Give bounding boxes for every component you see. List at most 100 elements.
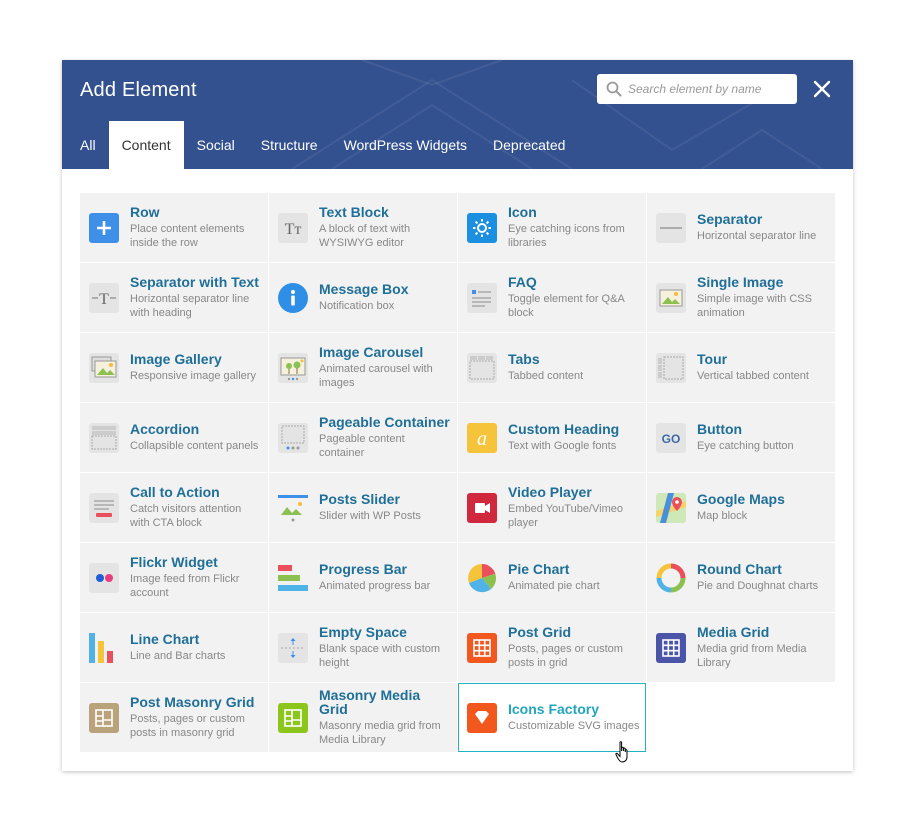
element-name: Masonry Media Grid <box>319 687 421 717</box>
image-icon <box>656 283 686 313</box>
tab-all[interactable]: All <box>62 121 109 169</box>
close-icon[interactable] <box>813 80 831 98</box>
search-box[interactable] <box>597 74 797 104</box>
element-post-grid[interactable]: Post Grid Posts, pages or custom posts in… <box>458 613 646 682</box>
element-line-chart[interactable]: Line Chart Line and Bar charts <box>80 613 268 682</box>
search-input[interactable] <box>628 74 793 104</box>
element-button[interactable]: GO Button Eye catching button <box>647 403 835 472</box>
element-grid: Row Place content elements inside the row… <box>80 193 835 752</box>
element-name: Icon <box>508 204 537 220</box>
svg-text:GO: GO <box>662 432 681 446</box>
info-icon <box>278 283 308 313</box>
element-image-gallery[interactable]: Image Gallery Responsive image gallery <box>80 333 268 402</box>
element-name: Media Grid <box>697 624 770 640</box>
tab-content[interactable]: Content <box>108 121 184 169</box>
separator-icon <box>656 213 686 243</box>
element-name: Line Chart <box>130 631 200 647</box>
svg-text:Tт: Tт <box>285 221 302 238</box>
element-description: Animated pie chart <box>508 580 600 592</box>
element-description: Notification box <box>319 300 395 312</box>
element-name: Accordion <box>130 421 200 437</box>
element-tour[interactable]: Tour Vertical tabbed content <box>647 333 835 402</box>
element-name: Image Carousel <box>319 344 424 360</box>
element-post-masonry-grid[interactable]: Post Masonry Grid Posts, pages or custom … <box>80 683 268 752</box>
element-flickr-widget[interactable]: Flickr Widget Image feed from Flickr acco… <box>80 543 268 612</box>
element-name: FAQ <box>508 274 537 290</box>
media-grid-icon <box>656 633 686 663</box>
element-name: Separator <box>697 211 763 227</box>
element-tabs[interactable]: Tabs Tabbed content <box>458 333 646 402</box>
element-name: Post Grid <box>508 624 572 640</box>
sun-icon <box>467 213 497 243</box>
faq-icon <box>467 283 497 313</box>
element-name: Tabs <box>508 351 540 367</box>
element-icon[interactable]: Icon Eye catching icons from libraries <box>458 193 646 262</box>
element-name: Message Box <box>319 281 409 297</box>
accordion-icon <box>89 423 119 453</box>
element-description: Slider with WP Posts <box>319 510 421 522</box>
element-single-image[interactable]: Single Image Simple image with CSS animat… <box>647 263 835 332</box>
element-description: Blank space with custom height <box>319 643 441 669</box>
tab-deprecated[interactable]: Deprecated <box>480 121 578 169</box>
element-name: Separator with Text <box>130 274 259 290</box>
pageable-icon <box>278 423 308 453</box>
element-custom-heading[interactable]: a Custom Heading Text with Google fonts <box>458 403 646 472</box>
element-name: Row <box>130 204 160 220</box>
go-button-icon: GO <box>656 423 686 453</box>
element-call-to-action[interactable]: Call to Action Catch visitors attention w… <box>80 473 268 542</box>
element-masonry-media-grid[interactable]: Masonry Media Grid Masonry media grid fro… <box>269 683 457 752</box>
element-round-chart[interactable]: Round Chart Pie and Doughnat charts <box>647 543 835 612</box>
tab-wordpress-widgets[interactable]: WordPress Widgets <box>331 121 480 169</box>
element-separator-with-text[interactable]: T Separator with Text Horizontal separato… <box>80 263 268 332</box>
element-name: Text Block <box>319 204 389 220</box>
element-description: Animated progress bar <box>319 580 431 592</box>
post-grid-icon <box>467 633 497 663</box>
round-chart-icon <box>656 563 686 593</box>
gallery-icon <box>89 353 119 383</box>
element-pageable-container[interactable]: Pageable Container Pageable content conta… <box>269 403 457 472</box>
svg-text:T: T <box>99 291 109 308</box>
element-description: Horizontal separator line <box>697 230 817 242</box>
element-description: Horizontal separator line with heading <box>130 293 250 319</box>
tabs-icon <box>467 353 497 383</box>
element-name: Single Image <box>697 274 784 290</box>
element-name: Pageable Container <box>319 414 450 430</box>
element-name: Call to Action <box>130 484 220 500</box>
element-description: Tabbed content <box>508 370 584 382</box>
element-description: Masonry media grid from Media Library <box>319 720 441 746</box>
element-name: Empty Space <box>319 624 407 640</box>
element-progress-bar[interactable]: Progress Bar Animated progress bar <box>269 543 457 612</box>
heading-icon: a <box>467 423 497 453</box>
element-empty-space[interactable]: Empty Space Blank space with custom heigh… <box>269 613 457 682</box>
element-accordion[interactable]: Accordion Collapsible content panels <box>80 403 268 472</box>
element-description: Customizable SVG images <box>508 720 640 732</box>
element-row[interactable]: Row Place content elements inside the row <box>80 193 268 262</box>
element-posts-slider[interactable]: Posts Slider Slider with WP Posts <box>269 473 457 542</box>
dialog-header: Add Element All Content Social Structure… <box>62 60 853 169</box>
element-description: Animated carousel with images <box>319 363 433 389</box>
element-description: Posts, pages or custom posts in grid <box>508 643 623 669</box>
tab-social[interactable]: Social <box>184 121 248 169</box>
element-message-box[interactable]: Message Box Notification box <box>269 263 457 332</box>
tab-structure[interactable]: Structure <box>248 121 331 169</box>
plus-icon <box>89 213 119 243</box>
element-description: Image feed from Flickr account <box>130 573 240 599</box>
element-faq[interactable]: FAQ Toggle element for Q&A block <box>458 263 646 332</box>
element-text-block[interactable]: Tт Text Block A block of text with WYSIWY… <box>269 193 457 262</box>
element-pie-chart[interactable]: Pie Chart Animated pie chart <box>458 543 646 612</box>
bar-chart-icon <box>89 633 113 663</box>
empty-space-icon <box>278 633 308 663</box>
tour-icon <box>656 353 686 383</box>
element-image-carousel[interactable]: Image Carousel Animated carousel with ima… <box>269 333 457 402</box>
element-video-player[interactable]: Video Player Embed YouTube/Vimeo player <box>458 473 646 542</box>
element-description: Collapsible content panels <box>130 440 259 452</box>
element-media-grid[interactable]: Media Grid Media grid from Media Library <box>647 613 835 682</box>
element-name: Posts Slider <box>319 491 400 507</box>
element-separator[interactable]: Separator Horizontal separator line <box>647 193 835 262</box>
svg-text:a: a <box>477 428 487 450</box>
element-google-maps[interactable]: Google Maps Map block <box>647 473 835 542</box>
separator-text-icon: T <box>89 283 119 313</box>
element-description: Pageable content container <box>319 433 405 459</box>
category-tabs: All Content Social Structure WordPress W… <box>62 121 578 169</box>
element-description: Embed YouTube/Vimeo player <box>508 503 623 529</box>
